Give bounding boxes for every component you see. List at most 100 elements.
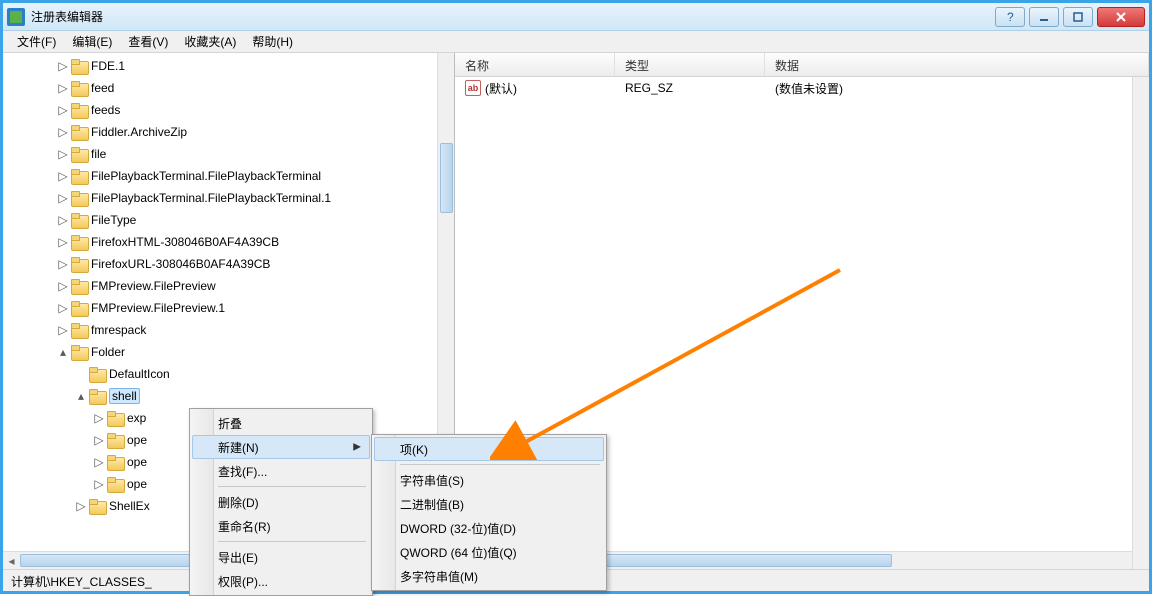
hscroll-left-icon[interactable]: ◂ xyxy=(3,552,20,569)
tree-item[interactable]: ▷ feeds xyxy=(3,99,454,121)
menu-item[interactable]: 多字符串值(M) xyxy=(374,564,604,588)
close-button[interactable] xyxy=(1097,7,1145,27)
expand-icon[interactable]: ▷ xyxy=(57,280,69,292)
tree-item[interactable]: ▷ FilePlaybackTerminal.FilePlaybackTermin… xyxy=(3,165,454,187)
tree-item[interactable]: ▷FirefoxURL-308046B0AF4A39CB xyxy=(3,253,454,275)
menu-item[interactable]: 权限(P)... xyxy=(192,569,370,593)
folder-icon xyxy=(71,125,87,139)
value-data: (数值未设置) xyxy=(775,80,843,97)
menu-separator xyxy=(218,541,366,542)
expand-icon[interactable]: ▷ xyxy=(75,500,87,512)
expand-icon[interactable]: ▷ xyxy=(93,478,105,490)
expand-icon[interactable]: ▷ xyxy=(57,258,69,270)
expand-icon[interactable]: ▷ xyxy=(57,104,69,116)
menu-item[interactable]: DWORD (32-位)值(D) xyxy=(374,516,604,540)
expand-icon[interactable]: ▷ xyxy=(57,148,69,160)
tree-item[interactable]: ▴ Folder xyxy=(3,341,454,363)
folder-icon xyxy=(107,411,123,425)
context-menu: 折叠新建(N)▶查找(F)... 删除(D)重命名(R) 导出(E)权限(P)... xyxy=(189,408,373,596)
tree-item-label: FilePlaybackTerminal.FilePlaybackTermina… xyxy=(91,169,321,183)
tree-item-label: ope xyxy=(127,433,147,447)
tree-item[interactable]: ▷ FirefoxHTML-308046B0AF4A39CB xyxy=(3,231,454,253)
tree-item-label: file xyxy=(91,147,106,161)
tree-item[interactable]: ▷ Fiddler.ArchiveZip xyxy=(3,121,454,143)
help-button[interactable]: ? xyxy=(995,7,1025,27)
folder-icon xyxy=(71,257,87,271)
tree-item-label: fmrespack xyxy=(91,323,146,337)
col-data[interactable]: 数据 xyxy=(765,53,1149,76)
collapse-icon[interactable]: ▴ xyxy=(75,390,87,402)
expand-icon[interactable]: ▷ xyxy=(93,456,105,468)
tree-item[interactable]: ▷ FMPreview.FilePreview.1 xyxy=(3,297,454,319)
menu-item[interactable]: 删除(D) xyxy=(192,490,370,514)
value-type: REG_SZ xyxy=(625,81,775,95)
folder-icon xyxy=(89,389,105,403)
folder-icon xyxy=(71,213,87,227)
expand-icon[interactable]: ▷ xyxy=(57,302,69,314)
tree-item-label: ShellEx xyxy=(109,499,150,513)
col-type[interactable]: 类型 xyxy=(615,53,765,76)
folder-icon xyxy=(71,345,87,359)
tree-item[interactable]: DefaultIcon xyxy=(3,363,454,385)
menu-item[interactable]: 折叠 xyxy=(192,411,370,435)
menu-item[interactable]: 二进制值(B) xyxy=(374,492,604,516)
tree-item[interactable]: ▷FMPreview.FilePreview xyxy=(3,275,454,297)
tree-vscroll-thumb[interactable] xyxy=(440,143,453,213)
expand-icon[interactable]: ▷ xyxy=(57,214,69,226)
folder-icon xyxy=(71,279,87,293)
tree-item-label: Fiddler.ArchiveZip xyxy=(91,125,187,139)
tree-item[interactable]: ▷ feed xyxy=(3,77,454,99)
collapse-icon[interactable]: ▴ xyxy=(57,346,69,358)
menu-favorites[interactable]: 收藏夹(A) xyxy=(176,31,244,52)
expand-icon[interactable]: ▷ xyxy=(57,126,69,138)
tree-item-label: feeds xyxy=(91,103,120,117)
expand-icon[interactable]: ▷ xyxy=(93,434,105,446)
col-name[interactable]: 名称 xyxy=(455,53,615,76)
folder-icon xyxy=(71,235,87,249)
maximize-button[interactable] xyxy=(1063,7,1093,27)
tree-item[interactable]: ▷ file xyxy=(3,143,454,165)
tree-item[interactable]: ▷ FDE.1 xyxy=(3,55,454,77)
string-value-icon: ab xyxy=(465,80,481,96)
menu-help[interactable]: 帮助(H) xyxy=(244,31,301,52)
menu-item[interactable]: 项(K) xyxy=(374,437,604,461)
expand-icon[interactable]: ▷ xyxy=(57,82,69,94)
titlebar[interactable]: 注册表编辑器 ? xyxy=(3,3,1149,31)
folder-icon xyxy=(71,59,87,73)
menu-edit[interactable]: 编辑(E) xyxy=(64,31,120,52)
tree-item-label: FilePlaybackTerminal.FilePlaybackTermina… xyxy=(91,191,331,205)
menu-item[interactable]: QWORD (64 位)值(Q) xyxy=(374,540,604,564)
folder-icon xyxy=(71,191,87,205)
tree-item-label: feed xyxy=(91,81,114,95)
menu-item[interactable]: 新建(N)▶ xyxy=(192,435,370,459)
menu-view[interactable]: 查看(V) xyxy=(120,31,176,52)
expand-icon[interactable]: ▷ xyxy=(57,236,69,248)
tree-item[interactable]: ▴shell xyxy=(3,385,454,407)
tree-item-label: Folder xyxy=(91,345,125,359)
expand-icon[interactable]: ▷ xyxy=(93,412,105,424)
menu-item[interactable]: 字符串值(S) xyxy=(374,468,604,492)
folder-icon xyxy=(71,103,87,117)
minimize-button[interactable] xyxy=(1029,7,1059,27)
folder-icon xyxy=(71,81,87,95)
menu-item[interactable]: 导出(E) xyxy=(192,545,370,569)
menu-item[interactable]: 重命名(R) xyxy=(192,514,370,538)
window-buttons: ? xyxy=(995,7,1145,27)
menu-file[interactable]: 文件(F) xyxy=(9,31,64,52)
tree-item-label: DefaultIcon xyxy=(109,367,170,381)
submenu-arrow-icon: ▶ xyxy=(353,442,361,453)
tree-item-label: FDE.1 xyxy=(91,59,125,73)
menu-item[interactable]: 查找(F)... xyxy=(192,459,370,483)
expand-icon[interactable]: ▷ xyxy=(57,60,69,72)
expand-icon[interactable]: ▷ xyxy=(57,192,69,204)
list-vscrollbar[interactable] xyxy=(1132,77,1149,569)
expand-icon[interactable]: ▷ xyxy=(57,324,69,336)
tree-item[interactable]: ▷ FilePlaybackTerminal.FilePlaybackTermin… xyxy=(3,187,454,209)
tree-item[interactable]: ▷ fmrespack xyxy=(3,319,454,341)
folder-icon xyxy=(71,147,87,161)
tree-item-label: FMPreview.FilePreview.1 xyxy=(91,301,225,315)
expand-icon[interactable]: ▷ xyxy=(57,170,69,182)
tree-item-label: FirefoxHTML-308046B0AF4A39CB xyxy=(91,235,279,249)
tree-item[interactable]: ▷FileType xyxy=(3,209,454,231)
list-row[interactable]: ab (默认) REG_SZ (数值未设置) xyxy=(455,77,1149,99)
